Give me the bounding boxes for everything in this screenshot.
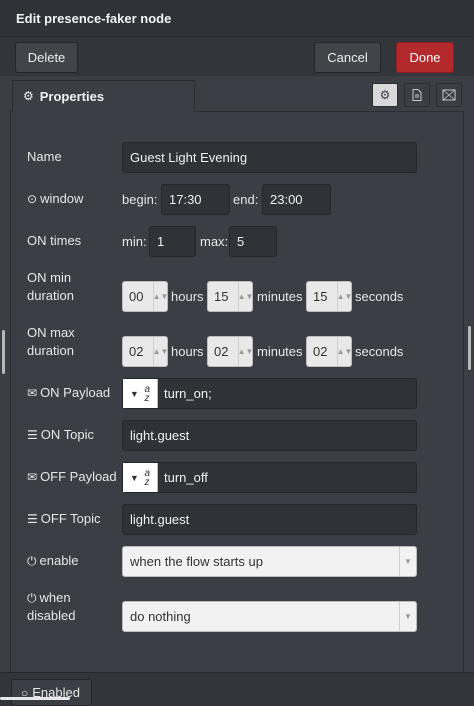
- enabled-toggle-button[interactable]: ○ Enabled: [11, 679, 92, 706]
- on-max-minutes-stepper[interactable]: 02 ▲▼: [207, 336, 253, 367]
- description-icon[interactable]: [404, 83, 430, 107]
- gear-icon: ⚙: [23, 89, 34, 103]
- on-min-hours-stepper[interactable]: 00 ▲▼: [122, 281, 168, 312]
- name-label: Name: [27, 149, 62, 164]
- tasks-icon: ☰: [27, 428, 38, 442]
- on-payload-label: ✉ ON Payload: [27, 385, 111, 400]
- tasks-icon: ☰: [27, 512, 38, 526]
- enable-label: ⏻ enable: [27, 553, 79, 568]
- window-begin-label: begin:: [122, 192, 158, 207]
- hours-label: hours: [171, 289, 204, 304]
- on-min-minutes-stepper[interactable]: 15 ▲▼: [207, 281, 253, 312]
- on-times-min-input[interactable]: 1: [149, 226, 196, 257]
- right-resize-handle[interactable]: [468, 326, 471, 370]
- appearance-icon[interactable]: [436, 83, 462, 107]
- tab-icon-group: ⚙: [372, 83, 462, 107]
- minutes-label: minutes: [257, 289, 303, 304]
- stepper-arrow-icon[interactable]: ▲▼: [238, 282, 253, 311]
- when-disabled-select[interactable]: do nothing ▼: [122, 601, 417, 632]
- window-label: ⊙ window: [27, 191, 84, 206]
- on-max-duration-label: ON max duration: [27, 325, 75, 358]
- stepper-arrow-icon[interactable]: ▲▼: [337, 337, 352, 366]
- stepper-arrow-icon[interactable]: ▲▼: [238, 337, 253, 366]
- window-end-input[interactable]: 23:00: [262, 184, 331, 215]
- on-topic-input[interactable]: light.guest: [122, 420, 417, 451]
- caret-down-icon: ▼: [129, 472, 139, 483]
- chevron-down-icon[interactable]: ▼: [399, 602, 416, 631]
- on-max-hours-stepper[interactable]: 02 ▲▼: [122, 336, 168, 367]
- tab-bar: ⚙ Properties ⚙: [10, 79, 464, 112]
- power-icon: ⏻: [27, 591, 37, 605]
- off-payload-label: ✉ OFF Payload: [27, 469, 117, 484]
- on-times-max-input[interactable]: 5: [229, 226, 277, 257]
- on-min-seconds-stepper[interactable]: 15 ▲▼: [306, 281, 352, 312]
- on-payload-input[interactable]: ▼ a z turn_on;: [122, 378, 417, 409]
- clock-icon: ⊙: [27, 192, 38, 206]
- dialog-titlebar: Edit presence-faker node: [0, 0, 474, 37]
- stepper-arrow-icon[interactable]: ▲▼: [153, 282, 168, 311]
- when-disabled-label: ⏻ when disabled: [27, 590, 76, 623]
- seconds-label: seconds: [355, 289, 404, 304]
- power-icon: ⏻: [27, 554, 37, 568]
- off-topic-label: ☰ OFF Topic: [27, 511, 101, 526]
- type-select-button[interactable]: ▼ a z: [123, 463, 158, 492]
- seconds-label: seconds: [355, 344, 404, 359]
- left-resize-handle[interactable]: [2, 330, 5, 374]
- window-begin-input[interactable]: 17:30: [161, 184, 230, 215]
- delete-button[interactable]: Delete: [15, 42, 78, 73]
- on-times-min-label: min:: [122, 234, 147, 249]
- tab-properties-label: Properties: [39, 88, 105, 104]
- envelope-icon: ✉: [27, 470, 38, 484]
- hours-label: hours: [171, 344, 204, 359]
- type-select-button[interactable]: ▼ a z: [123, 379, 158, 408]
- cancel-button[interactable]: Cancel: [314, 42, 381, 73]
- minutes-label: minutes: [257, 344, 303, 359]
- envelope-icon: ✉: [27, 386, 38, 400]
- on-times-max-label: max:: [200, 234, 229, 249]
- string-type-icon: az: [144, 383, 151, 404]
- chevron-down-icon[interactable]: ▼: [399, 547, 416, 576]
- on-max-seconds-stepper[interactable]: 02 ▲▼: [306, 336, 352, 367]
- tab-properties[interactable]: ⚙ Properties: [12, 80, 195, 112]
- on-min-duration-label: ON min duration: [27, 270, 74, 303]
- dialog-title: Edit presence-faker node: [16, 11, 172, 26]
- string-type-icon: az: [144, 467, 151, 488]
- caret-down-icon: ▼: [129, 388, 139, 399]
- scroll-indicator: [0, 697, 70, 700]
- off-payload-input[interactable]: ▼ a z turn_off: [122, 462, 417, 493]
- enable-select[interactable]: when the flow starts up ▼: [122, 546, 417, 577]
- on-topic-label: ☰ ON Topic: [27, 427, 94, 442]
- gear-icon[interactable]: ⚙: [372, 83, 398, 107]
- stepper-arrow-icon[interactable]: ▲▼: [337, 282, 352, 311]
- name-input[interactable]: Guest Light Evening: [122, 142, 417, 173]
- on-times-label: ON times: [27, 233, 82, 248]
- window-end-label: end:: [233, 192, 259, 207]
- off-topic-input[interactable]: light.guest: [122, 504, 417, 535]
- done-button[interactable]: Done: [396, 42, 454, 73]
- stepper-arrow-icon[interactable]: ▲▼: [153, 337, 168, 366]
